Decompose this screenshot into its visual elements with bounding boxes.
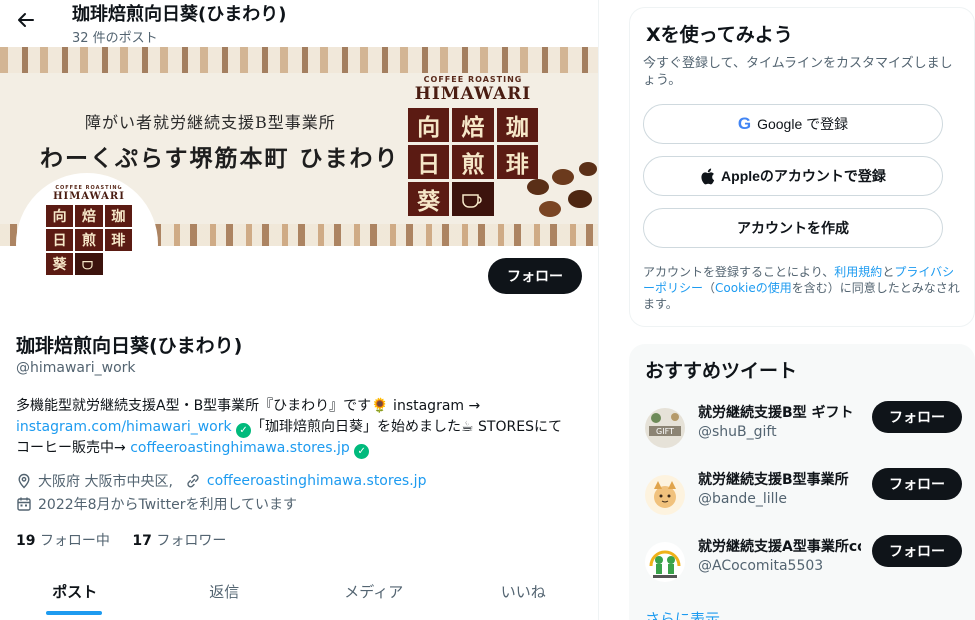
banner-bean-strip-top	[0, 47, 598, 73]
tab-replies[interactable]: 返信	[150, 570, 300, 620]
logo-char: 珈	[496, 108, 538, 142]
followers-label: フォロワー	[156, 533, 227, 549]
logo-char: 煎	[75, 229, 103, 251]
follow-button[interactable]: フォロー	[872, 535, 962, 567]
logo-char: 向	[408, 108, 450, 142]
profile-location: 大阪府 大阪市中央区,	[38, 474, 173, 490]
logo-char: 焙	[75, 205, 103, 227]
avatar[interactable]	[645, 542, 685, 582]
create-account-label: アカウントを作成	[737, 220, 849, 236]
follow-button[interactable]: フォロー	[488, 258, 582, 294]
logo-char: 日	[408, 145, 450, 179]
recommended-handle: @bande_lille	[698, 491, 788, 507]
coffee-cup-icon	[452, 182, 494, 216]
avatar[interactable]: GIFT	[645, 408, 685, 448]
logo-char: 珈	[104, 205, 132, 227]
logo-char: 日	[46, 229, 74, 251]
bio-stores-link[interactable]: coffeeroastinghimawa.stores.jp	[130, 440, 350, 456]
signup-terms: アカウントを登録することにより、利用規約とプライバシーポリシー（Cookieの使…	[643, 264, 963, 312]
tab-likes[interactable]: いいね	[449, 570, 599, 620]
banner-subtitle: 障がい者就労継続支援B型事業所	[85, 113, 336, 132]
banner-title: わーくぷらす堺筋本町 ひまわり	[40, 145, 400, 172]
followers-link[interactable]: 17 フォロワー	[132, 533, 226, 549]
terms-text: （	[703, 281, 716, 295]
google-logo-icon: G	[737, 114, 752, 133]
apple-signup-label: Appleのアカウントで登録	[721, 168, 886, 184]
profile-bio: 多機能型就労継続支援A型・B型事業所『ひまわり』です🌻 instagram → …	[16, 396, 586, 459]
logo-char: 琲	[104, 229, 132, 251]
follow-button[interactable]: フォロー	[872, 468, 962, 500]
back-button[interactable]	[10, 4, 42, 36]
profile-website-link[interactable]: coffeeroastinghimawa.stores.jp	[207, 473, 427, 489]
link-icon	[187, 474, 199, 488]
follow-button[interactable]: フォロー	[872, 401, 962, 433]
arrow-left-icon	[18, 13, 34, 27]
profile-joined-date: 2022年8月からTwitterを利用しています	[38, 497, 298, 513]
recommended-handle: @shuB_gift	[698, 424, 777, 440]
terms-text: と	[882, 265, 895, 279]
svg-text:GIFT: GIFT	[656, 427, 674, 436]
signup-card: Xを使ってみよう 今すぐ登録して、タイムラインをカスタマイズしましょう。 G G…	[629, 7, 975, 327]
apple-signup-button[interactable]: Appleのアカウントで登録	[643, 156, 943, 196]
create-account-button[interactable]: アカウントを作成	[643, 208, 943, 248]
profile-meta-location: 大阪府 大阪市中央区, coffeeroastinghimawa.stores.…	[16, 471, 426, 491]
bio-instagram-link[interactable]: instagram.com/himawari_work	[16, 419, 232, 435]
recommended-name: 就労継続支援B型 ギフト	[698, 405, 854, 421]
logo-coffee-roasting-text: COFFEE ROASTING	[423, 75, 523, 84]
following-link[interactable]: 19 フォロー中	[16, 533, 110, 549]
profile-meta-joined: 2022年8月からTwitterを利用しています	[16, 494, 297, 514]
recommended-handle: @ACocomita5503	[698, 558, 824, 574]
bio-text: 多機能型就労継続支援A型・B型事業所『ひまわり』です🌻 instagram →	[16, 398, 481, 414]
profile-name: 珈琲焙煎向日葵(ひまわり)	[16, 335, 243, 357]
recommended-card: おすすめツイート GIFT 就労継続支援B型 ギフト @shuB_gift フォ…	[629, 344, 975, 620]
avatar[interactable]	[645, 475, 685, 515]
logo-char: 向	[46, 205, 74, 227]
post-count: 32 件のポスト	[72, 31, 158, 46]
avatar-logo: COFFEE ROASTING HIMAWARI 向 焙 珈 日 煎 琲 葵	[46, 185, 132, 275]
recommended-account[interactable]: 就労継続支援A型事業所co @ACocomita5503 フォロー	[629, 530, 975, 596]
profile-header: 珈琲焙煎向日葵(ひまわり) 32 件のポスト	[0, 0, 598, 47]
check-badge-icon: ✓	[236, 423, 252, 438]
google-signup-label: Google で登録	[757, 116, 849, 132]
profile-tabs: ポスト 返信 メディア いいね	[0, 570, 598, 620]
bio-text: コーヒー販売中→	[16, 440, 126, 456]
avatar[interactable]: COFFEE ROASTING HIMAWARI 向 焙 珈 日 煎 琲 葵	[16, 173, 158, 315]
location-pin-icon	[18, 473, 30, 489]
recommended-title: おすすめツイート	[645, 360, 798, 382]
logo-char: 葵	[46, 253, 74, 275]
calendar-icon	[17, 497, 31, 511]
logo-char: 葵	[408, 182, 450, 216]
logo-char: 焙	[452, 108, 494, 142]
coffee-beans-image	[527, 162, 597, 217]
recommended-account[interactable]: 就労継続支援B型事業所 @bande_lille フォロー	[629, 463, 975, 529]
recommended-name: 就労継続支援B型事業所	[698, 472, 849, 488]
profile-handle: @himawari_work	[16, 360, 136, 376]
check-badge-icon: ✓	[354, 444, 370, 459]
logo-kanji-grid: 向 焙 珈 日 煎 琲 葵	[46, 205, 132, 275]
tab-media[interactable]: メディア	[299, 570, 449, 620]
recommended-name: 就労継続支援A型事業所co	[698, 539, 861, 555]
google-signup-button[interactable]: G Google で登録	[643, 104, 943, 144]
following-label: フォロー中	[39, 533, 110, 549]
profile-column: 障がい者就労継続支援B型事業所 わーくぷらす堺筋本町 ひまわり COFFEE R…	[0, 0, 599, 620]
logo-himawari-text: HIMAWARI	[53, 191, 125, 202]
apple-logo-icon	[701, 168, 715, 184]
logo-himawari-text: HIMAWARI	[414, 84, 532, 104]
show-more-link[interactable]: さらに表示	[645, 608, 720, 620]
signup-description: 今すぐ登録して、タイムラインをカスタマイズしましょう。	[643, 56, 953, 88]
terms-text: アカウントを登録することにより、	[643, 265, 835, 279]
signup-title: Xを使ってみよう	[646, 24, 793, 46]
followers-count: 17	[132, 533, 152, 549]
follow-stats: 19 フォロー中 17 フォロワー	[16, 530, 226, 550]
active-tab-indicator	[46, 611, 102, 615]
following-count: 19	[16, 533, 36, 549]
cookie-policy-link[interactable]: Cookieの使用	[715, 281, 792, 295]
logo-char: 煎	[452, 145, 494, 179]
header-title: 珈琲焙煎向日葵(ひまわり)	[72, 4, 287, 25]
bio-text: 「珈琲焙煎向日葵」を始めました☕ STORESにて	[251, 419, 562, 435]
terms-of-service-link[interactable]: 利用規約	[834, 265, 882, 279]
sidebar: Xを使ってみよう 今すぐ登録して、タイムラインをカスタマイズしましょう。 G G…	[629, 0, 975, 620]
coffee-cup-icon	[75, 253, 103, 275]
recommended-account[interactable]: GIFT 就労継続支援B型 ギフト @shuB_gift フォロー	[629, 396, 975, 462]
